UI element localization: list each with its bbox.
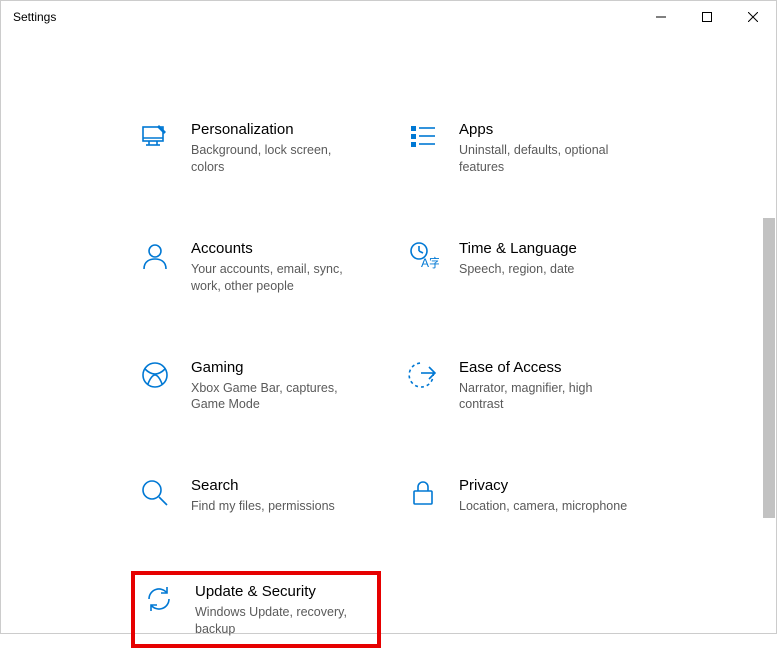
tile-subtitle: Find my files, permissions: [191, 498, 335, 515]
tile-subtitle: Your accounts, email, sync, work, other …: [191, 261, 361, 295]
tile-gaming[interactable]: Gaming Xbox Game Bar, captures, Game Mod…: [131, 351, 381, 420]
minimize-button[interactable]: [638, 1, 684, 33]
tile-personalization[interactable]: Personalization Background, lock screen,…: [131, 113, 381, 182]
tile-subtitle: Xbox Game Bar, captures, Game Mode: [191, 380, 361, 414]
close-button[interactable]: [730, 1, 776, 33]
tile-subtitle: Uninstall, defaults, optional features: [459, 142, 629, 176]
tile-title: Personalization: [191, 121, 361, 139]
tile-title: Ease of Access: [459, 359, 629, 377]
update-security-icon: [141, 581, 177, 617]
time-language-icon: A字: [405, 238, 441, 274]
tile-accounts[interactable]: Accounts Your accounts, email, sync, wor…: [131, 232, 381, 301]
tile-title: Gaming: [191, 359, 361, 377]
tile-subtitle: Narrator, magnifier, high contrast: [459, 380, 629, 414]
svg-text:A字: A字: [421, 255, 439, 270]
tile-subtitle: Location, camera, microphone: [459, 498, 627, 515]
accounts-icon: [137, 238, 173, 274]
tile-subtitle: Windows Update, recovery, backup: [195, 604, 365, 638]
tile-apps[interactable]: Apps Uninstall, defaults, optional featu…: [399, 113, 649, 182]
ease-of-access-icon: [405, 357, 441, 393]
scrollbar-thumb[interactable]: [763, 218, 775, 518]
gaming-icon: [137, 357, 173, 393]
tile-update-security[interactable]: Update & Security Windows Update, recove…: [131, 571, 381, 648]
search-icon: [137, 475, 173, 511]
tile-ease-of-access[interactable]: Ease of Access Narrator, magnifier, high…: [399, 351, 649, 420]
maximize-button[interactable]: [684, 1, 730, 33]
apps-icon: [405, 119, 441, 155]
window-title: Settings: [13, 10, 56, 24]
settings-content: Personalization Background, lock screen,…: [1, 33, 776, 668]
tile-title: Accounts: [191, 240, 361, 258]
tile-search[interactable]: Search Find my files, permissions: [131, 469, 381, 521]
settings-tiles-grid: Personalization Background, lock screen,…: [131, 113, 716, 648]
tile-privacy[interactable]: Privacy Location, camera, microphone: [399, 469, 649, 521]
caption-buttons: [638, 1, 776, 33]
tile-subtitle: Speech, region, date: [459, 261, 577, 278]
titlebar: Settings: [1, 1, 776, 33]
tile-title: Update & Security: [195, 583, 365, 601]
personalization-icon: [137, 119, 173, 155]
tile-title: Search: [191, 477, 335, 495]
tile-title: Apps: [459, 121, 629, 139]
tile-title: Privacy: [459, 477, 627, 495]
scrollbar[interactable]: [762, 33, 776, 633]
tile-time-language[interactable]: A字 Time & Language Speech, region, date: [399, 232, 649, 301]
privacy-icon: [405, 475, 441, 511]
tile-subtitle: Background, lock screen, colors: [191, 142, 361, 176]
tile-title: Time & Language: [459, 240, 577, 258]
